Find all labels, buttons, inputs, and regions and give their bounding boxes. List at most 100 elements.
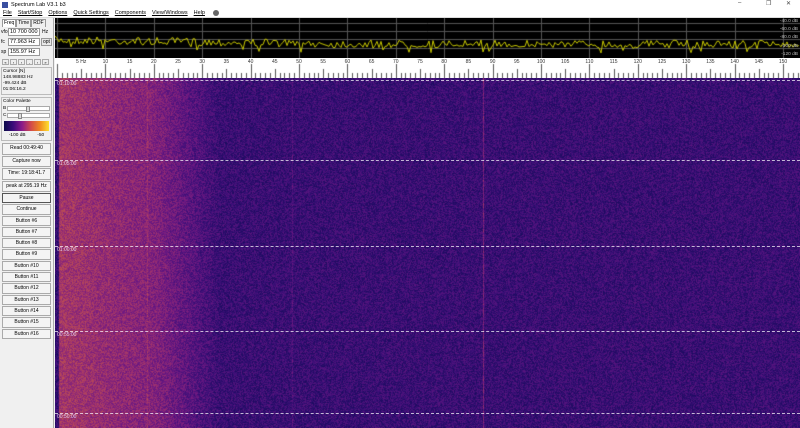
db-label: -120 dB	[781, 52, 798, 57]
panel-button-button-7[interactable]: Button #7	[2, 226, 51, 238]
vfo-input[interactable]: 10 700 000	[8, 28, 40, 36]
timestamp-label: 00:55:00	[57, 332, 77, 338]
spectrum-graph[interactable]	[55, 18, 800, 58]
app-icon	[2, 1, 8, 8]
freq-tick-label: 135	[706, 59, 715, 65]
tab-time[interactable]: Time	[16, 19, 32, 27]
freq-tick-label: 110	[585, 59, 594, 65]
panel-button-read-00-49-40[interactable]: Read 00:49:40	[2, 143, 51, 155]
freq-tick-label: 140	[730, 59, 739, 65]
vfo-label: vfo	[1, 29, 8, 35]
waterfall-display[interactable]: 01:10:00 01:05:00 01:00:00 00:55:00 00:50:00	[55, 78, 800, 428]
freq-tick-label: 60	[344, 59, 351, 65]
cursor-time: 01:06:16.2	[3, 87, 26, 92]
db-label: -40.0 dB	[779, 19, 798, 24]
time-marker-line	[55, 413, 800, 414]
db-label: -80.0 dB	[779, 35, 798, 40]
panel-button-peak-at-295-19-hz[interactable]: peak at 295.19 Hz	[2, 180, 51, 192]
nav-button[interactable]: «	[2, 59, 9, 65]
freq-tick-label: 50	[296, 59, 302, 65]
timestamp-label: 01:05:00	[57, 161, 77, 167]
freq-tick-label: 85	[465, 59, 472, 65]
panel-button-capture-now[interactable]: Capture now	[2, 155, 51, 167]
panel-button-button-13[interactable]: Button #13	[2, 294, 51, 305]
minimize-button[interactable]: –	[738, 0, 741, 6]
palette-max: -50	[37, 133, 45, 138]
panel-button-button-15[interactable]: Button #15	[2, 317, 51, 328]
freq-tick-label: 35	[223, 59, 230, 65]
menu-quick-settings[interactable]: Quick Settings	[73, 10, 108, 16]
span-input[interactable]: 155.97 Hz	[8, 48, 40, 56]
nav-button[interactable]: ‹	[18, 59, 25, 65]
freq-tick-label: 80	[441, 59, 447, 65]
menu-file[interactable]: File	[3, 10, 12, 16]
freq-tick-label: 100	[536, 59, 546, 65]
opt-button[interactable]: opt	[41, 38, 52, 46]
freq-tick-label: 15	[126, 59, 133, 65]
contrast-slider[interactable]	[7, 113, 50, 119]
palette-min: -100 dB	[8, 133, 26, 138]
panel-button-time-19-18-41-7[interactable]: Time: 19:18:41.7	[2, 168, 51, 180]
freq-tick-label: 5 Hz	[76, 59, 87, 65]
panel-button-button-12[interactable]: Button #12	[2, 283, 51, 294]
menu-options[interactable]: Options	[48, 10, 67, 16]
time-marker-line	[55, 246, 800, 247]
control-panel: Freq Time RDF vfo 10 700 000 Hz fc 77.963 H…	[0, 18, 54, 428]
panel-button-continue[interactable]: Continue	[2, 204, 51, 215]
panel-button-pause[interactable]: Pause	[2, 193, 51, 204]
window-title: Spectrum Lab V3.1 b3	[11, 1, 66, 8]
freq-tick-label: 10	[102, 59, 109, 65]
sp-label: sp	[1, 49, 7, 55]
fc-label: fc	[1, 39, 5, 45]
title-bar: Spectrum Lab V3.1 b3 – ❐ ✕	[0, 0, 800, 9]
color-palette: Color Palette B C -100 dB -50	[1, 97, 52, 141]
panel-button-button-16[interactable]: Button #16	[2, 328, 51, 339]
freq-tick-label: 115	[609, 59, 618, 65]
timestamp-label: 00:50:00	[57, 414, 77, 420]
brightness-label: B	[3, 105, 7, 111]
panel-button-button-10[interactable]: Button #10	[2, 260, 51, 272]
panel-button-button-14[interactable]: Button #14	[2, 305, 51, 317]
freq-tick-label: 65	[368, 59, 375, 65]
tab-rdf[interactable]: RDF	[31, 19, 46, 27]
time-marker-line	[55, 160, 800, 161]
freq-tick-label: 145	[754, 59, 763, 65]
db-label: -60.0 dB	[779, 27, 798, 32]
close-button[interactable]: ✕	[786, 0, 791, 7]
panel-button-button-9[interactable]: Button #9	[2, 249, 51, 260]
menu-components[interactable]: Components	[115, 10, 146, 16]
freq-tick-label: 150	[778, 59, 788, 65]
restore-button[interactable]: ❐	[766, 0, 771, 7]
vfo-unit: Hz	[42, 29, 49, 35]
freq-tick-label: 120	[633, 59, 642, 65]
menu-help[interactable]: Help	[194, 10, 205, 16]
timestamp-label: 01:10:00	[57, 81, 77, 87]
brightness-slider[interactable]	[7, 106, 50, 112]
cursor-info: Cursor [N] 148.98883 Hz -99.424 dB 01:06…	[1, 67, 52, 95]
panel-button-button-11[interactable]: Button #11	[2, 272, 51, 283]
menu-view-windows[interactable]: View/Windows	[152, 10, 188, 16]
freq-tick-label: 75	[417, 59, 423, 65]
freq-tick-label: 20	[151, 59, 157, 65]
panel-button-button-6[interactable]: Button #6	[2, 215, 51, 226]
tab-freq[interactable]: Freq	[2, 19, 17, 27]
freq-tick-label: 125	[657, 59, 667, 65]
timestamp-label: 01:00:00	[57, 247, 77, 253]
freq-tick-label: 45	[272, 59, 278, 65]
db-label: -100 dB	[781, 44, 798, 49]
freq-tick-label: 55	[320, 59, 326, 65]
menu-bar: File Start/Stop Options Quick Settings C…	[0, 9, 800, 18]
menu-start-stop[interactable]: Start/Stop	[18, 10, 42, 16]
time-marker-line	[55, 80, 800, 81]
fc-input[interactable]: 77.963 Hz	[8, 38, 40, 46]
nav-button[interactable]: »	[42, 59, 49, 65]
frequency-scale[interactable]: 5 Hz 10 15 20 25 30 35 40 45 50 55 60 65 70 75 80 85 90 95…	[55, 58, 800, 78]
panel-button-button-8[interactable]: Button #8	[2, 238, 51, 249]
contrast-label: C	[3, 112, 7, 118]
nav-button[interactable]: -	[26, 59, 33, 65]
freq-tick-label: 95	[514, 59, 520, 65]
nav-button[interactable]: ‹	[10, 59, 17, 65]
nav-button[interactable]: ›	[34, 59, 41, 65]
freq-tick-label: 130	[682, 59, 691, 65]
freq-tick-label: 25	[175, 59, 181, 65]
